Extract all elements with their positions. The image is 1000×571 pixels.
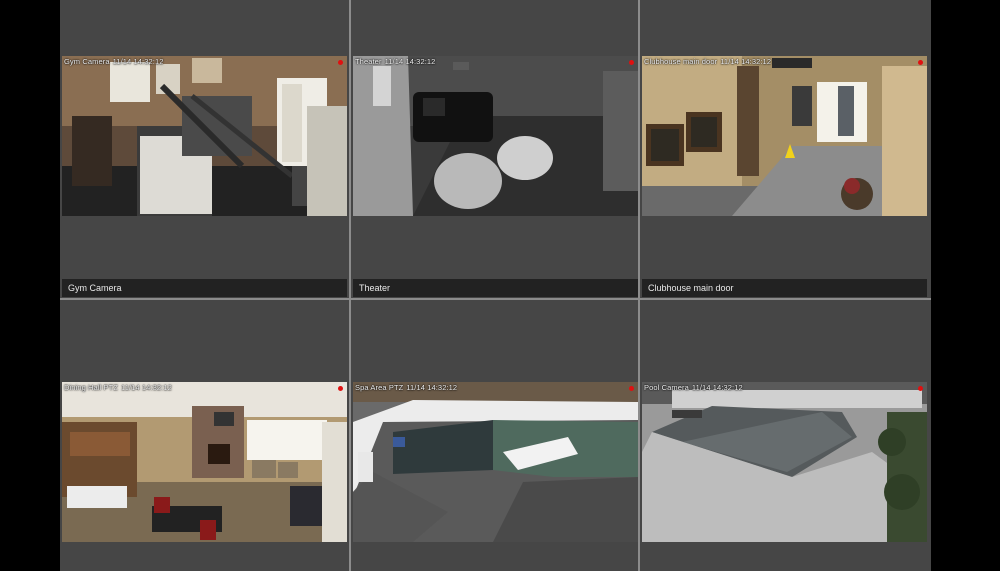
camera-overlay-spa-area: Spa Area PTZ 11/14 14:32:12 — [355, 383, 458, 392]
camera-feed-dining-hall[interactable]: Dining Hall PTZ 11/14 14:32:12 — [62, 382, 347, 542]
gym-feed-image — [62, 56, 347, 216]
recording-indicator-icon — [338, 60, 343, 65]
camera-feed-theater[interactable]: Theater 11/14 14:32:12 — [353, 56, 638, 216]
camera-tile-spa-area[interactable]: Spa Area PTZ 11/14 14:32:12 — [351, 300, 638, 571]
camera-feed-spa-area[interactable]: Spa Area PTZ 11/14 14:32:12 — [353, 382, 638, 542]
camera-grid: Gym Camera 11/14 14:32:12 Gym Camera The… — [60, 0, 931, 571]
camera-overlay-theater: Theater 11/14 14:32:12 — [355, 57, 436, 66]
camera-overlay-dining-hall: Dining Hall PTZ 11/14 14:32:12 — [64, 383, 172, 392]
recording-indicator-icon — [918, 60, 923, 65]
camera-overlay-gym: Gym Camera 11/14 14:32:12 — [64, 57, 164, 66]
camera-tile-dining-hall[interactable]: Dining Hall PTZ 11/14 14:32:12 — [60, 300, 349, 571]
camera-label-theater: Theater — [353, 279, 638, 297]
camera-feed-gym[interactable]: Gym Camera 11/14 14:32:12 — [62, 56, 347, 216]
camera-viewer: Gym Camera 11/14 14:32:12 Gym Camera The… — [0, 0, 1000, 571]
recording-indicator-icon — [629, 386, 634, 391]
spa-area-feed-image — [353, 382, 638, 542]
camera-feed-pool[interactable]: Pool Camera 11/14 14:32:12 — [642, 382, 927, 542]
recording-indicator-icon — [338, 386, 343, 391]
theater-feed-image — [353, 56, 638, 216]
camera-overlay-pool: Pool Camera 11/14 14:32:12 — [644, 383, 743, 392]
recording-indicator-icon — [629, 60, 634, 65]
camera-feed-clubhouse[interactable]: Clubhouse main door 11/14 14:32:12 — [642, 56, 927, 216]
clubhouse-feed-image — [642, 56, 927, 216]
camera-tile-theater[interactable]: Theater 11/14 14:32:12 Theater — [351, 0, 638, 298]
dining-hall-feed-image — [62, 382, 347, 542]
camera-label-gym: Gym Camera — [62, 279, 347, 297]
recording-indicator-icon — [918, 386, 923, 391]
camera-tile-pool[interactable]: Pool Camera 11/14 14:32:12 — [640, 300, 931, 571]
camera-label-clubhouse: Clubhouse main door — [642, 279, 927, 297]
camera-tile-clubhouse[interactable]: Clubhouse main door 11/14 14:32:12 Clubho… — [640, 0, 931, 298]
camera-tile-gym[interactable]: Gym Camera 11/14 14:32:12 Gym Camera — [60, 0, 349, 298]
pool-feed-image — [642, 382, 927, 542]
camera-overlay-clubhouse: Clubhouse main door 11/14 14:32:12 — [644, 57, 772, 66]
